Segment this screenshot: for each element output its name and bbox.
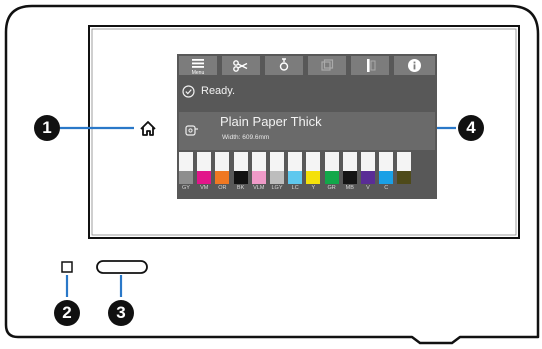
check-circle-icon bbox=[182, 85, 195, 98]
touch-screen[interactable]: Menu Ready. Plain Paper Thick Width: 609… bbox=[177, 54, 437, 199]
ink-empty-portion bbox=[324, 152, 339, 171]
paper-setting-row[interactable]: Plain Paper Thick Width: 609.6mm bbox=[179, 112, 435, 150]
callout-badge-2: 2 bbox=[54, 300, 80, 326]
ink-label: BK bbox=[236, 185, 245, 191]
cut-button[interactable] bbox=[222, 56, 260, 75]
menu-button[interactable]: Menu bbox=[179, 56, 217, 76]
ink-level-bar bbox=[397, 171, 412, 184]
status-text: Ready. bbox=[201, 85, 236, 97]
paper-width-text: Width: 609.6mm bbox=[222, 134, 270, 141]
ink-label: Y bbox=[311, 185, 316, 191]
scissors-icon bbox=[233, 60, 248, 72]
callout-badge-1: 1 bbox=[34, 115, 60, 141]
ink-label: MB bbox=[345, 185, 354, 191]
ink-level-bar bbox=[306, 171, 321, 184]
ink-label: LC bbox=[291, 185, 299, 191]
ink-empty-portion bbox=[179, 152, 193, 171]
ink-level-bar bbox=[342, 171, 357, 184]
ink-level-bar bbox=[324, 171, 339, 184]
ink-level-bar bbox=[288, 171, 303, 184]
status-row: Ready. bbox=[179, 82, 435, 102]
ink-label: V bbox=[366, 185, 370, 191]
ink-label: GR bbox=[327, 185, 336, 191]
ink-empty-portion bbox=[233, 152, 248, 171]
ink-level-bar bbox=[179, 171, 193, 184]
ink-level-bar bbox=[379, 171, 394, 184]
paper-type-name: Plain Paper Thick bbox=[220, 114, 322, 129]
ink-label: VM bbox=[200, 185, 209, 191]
ink-empty-portion bbox=[342, 152, 357, 171]
paper-feed-button[interactable] bbox=[308, 56, 346, 75]
info-button[interactable] bbox=[394, 56, 435, 75]
menu-label: Menu bbox=[191, 70, 205, 76]
callout-badge-3: 3 bbox=[108, 300, 134, 326]
info-icon bbox=[408, 59, 421, 72]
ink-empty-portion bbox=[361, 152, 375, 171]
ink-level-bar bbox=[361, 171, 375, 184]
ink-label: LGY bbox=[271, 185, 283, 191]
ink-empty-portion bbox=[397, 152, 412, 171]
ink-empty-portion bbox=[197, 152, 212, 171]
paper-feed-icon bbox=[321, 59, 334, 71]
ink-label: C bbox=[384, 185, 389, 191]
ink-empty-portion bbox=[215, 152, 230, 171]
callout-badge-4: 4 bbox=[458, 115, 484, 141]
paper-info-icon bbox=[367, 59, 376, 72]
ink-empty-portion bbox=[306, 152, 321, 171]
maintenance-button[interactable] bbox=[265, 56, 303, 75]
paper-info-button[interactable] bbox=[351, 56, 389, 75]
power-button[interactable] bbox=[96, 260, 148, 274]
ink-empty-portion bbox=[251, 152, 266, 171]
ink-label: GY bbox=[182, 185, 190, 191]
maintenance-icon bbox=[279, 58, 289, 71]
power-light-icon bbox=[61, 261, 73, 273]
ink-empty-portion bbox=[379, 152, 394, 171]
ink-level-bar bbox=[197, 171, 212, 184]
ink-level-bar bbox=[270, 171, 284, 184]
ink-level-bar bbox=[251, 171, 266, 184]
ink-level-bar bbox=[215, 171, 230, 184]
ink-level-bar bbox=[233, 171, 248, 184]
ink-empty-portion bbox=[270, 152, 284, 171]
ink-label: VLM bbox=[253, 185, 265, 191]
paper-roll-icon bbox=[185, 125, 198, 136]
ink-empty-portion bbox=[288, 152, 303, 171]
ink-label: OR bbox=[218, 185, 227, 191]
